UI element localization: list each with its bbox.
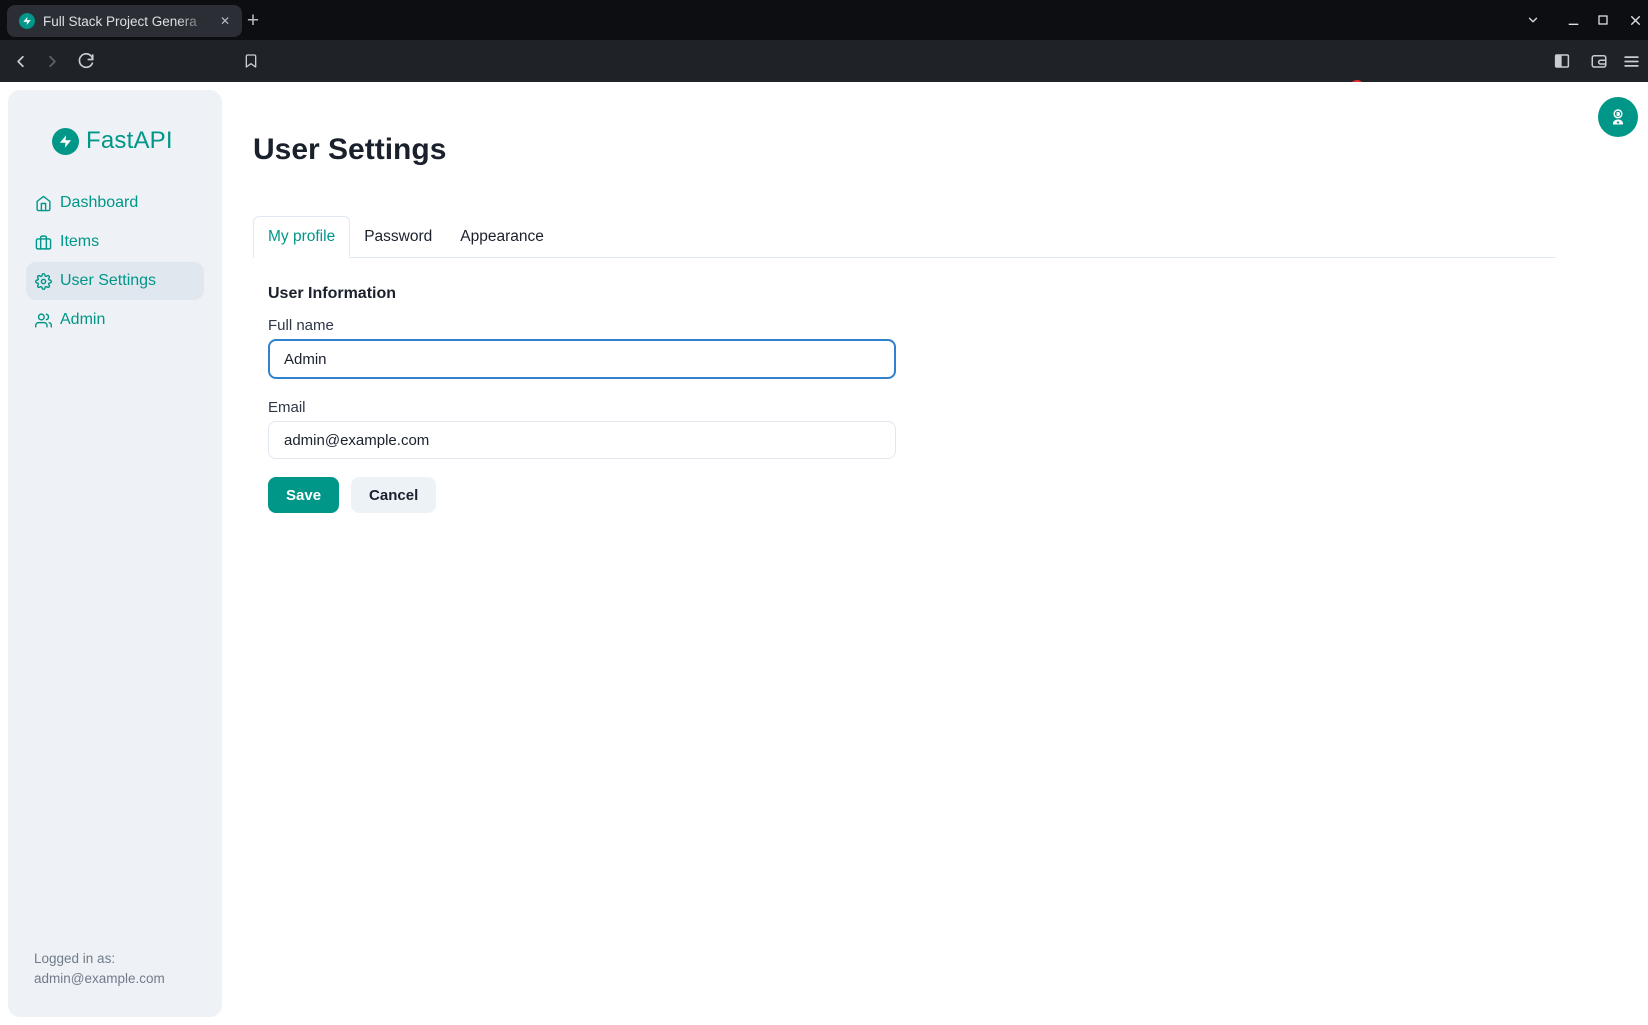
sidebar-item-user-settings[interactable]: User Settings — [26, 262, 204, 300]
tab-my-profile[interactable]: My profile — [253, 216, 350, 258]
tab-password[interactable]: Password — [350, 216, 446, 257]
email-input[interactable] — [268, 421, 896, 459]
sidebar-item-admin[interactable]: Admin — [26, 301, 204, 339]
fastapi-logo-icon — [52, 128, 79, 155]
page-content: FastAPI Dashboard Items User Settings — [0, 82, 1648, 1025]
fastapi-logo-text: FastAPI — [86, 127, 173, 155]
side-panel-icon[interactable] — [1546, 40, 1578, 82]
form-actions: Save Cancel — [268, 477, 1556, 513]
full-name-label: Full name — [268, 317, 1556, 334]
logged-in-email: admin@example.com — [34, 969, 165, 989]
tab-appearance[interactable]: Appearance — [446, 216, 558, 257]
fastapi-favicon-icon — [19, 13, 35, 29]
users-icon — [35, 312, 52, 329]
gear-icon — [35, 273, 52, 290]
forward-button[interactable] — [36, 40, 68, 82]
main-area: User Settings My profile Password Appear… — [222, 82, 1648, 513]
page-title: User Settings — [253, 132, 1556, 167]
logged-in-footer: Logged in as: admin@example.com — [34, 949, 165, 989]
sidebar-item-label: Dashboard — [60, 194, 138, 212]
full-name-input[interactable] — [268, 339, 896, 379]
window-maximize-button[interactable] — [1587, 0, 1619, 40]
cancel-button[interactable]: Cancel — [351, 477, 436, 513]
profile-panel: User Information Full name Email Save Ca… — [253, 258, 1556, 513]
sidebar-item-label: Items — [60, 233, 99, 251]
new-tab-button[interactable]: + — [240, 8, 266, 34]
tab-strip: Full Stack Project Genera ✕ + — [0, 0, 1648, 40]
sidebar-item-label: User Settings — [60, 272, 156, 290]
tab-close-icon[interactable]: ✕ — [216, 12, 234, 30]
save-button[interactable]: Save — [268, 477, 339, 513]
briefcase-icon — [35, 234, 52, 251]
browser-toolbar: i localhost/settings 1 — [0, 40, 1648, 82]
menu-hamburger-icon[interactable] — [1615, 40, 1647, 82]
settings-tabs: My profile Password Appearance — [253, 216, 1556, 258]
section-title: User Information — [268, 285, 1556, 303]
email-label: Email — [268, 399, 1556, 416]
tab-search-chevron-icon[interactable] — [1517, 0, 1549, 40]
sidebar-nav: Dashboard Items User Settings Admin — [26, 184, 204, 340]
reload-button[interactable] — [70, 40, 102, 82]
fastapi-logo[interactable]: FastAPI — [52, 127, 173, 155]
browser-tab[interactable]: Full Stack Project Genera ✕ — [7, 5, 242, 37]
sidebar-item-label: Admin — [60, 311, 105, 329]
sidebar: FastAPI Dashboard Items User Settings — [8, 90, 222, 1017]
logged-in-label: Logged in as: — [34, 949, 165, 969]
wallet-icon[interactable] — [1583, 40, 1615, 82]
back-button[interactable] — [4, 40, 36, 82]
window-minimize-button[interactable] — [1557, 0, 1589, 40]
sidebar-item-dashboard[interactable]: Dashboard — [26, 184, 204, 222]
bookmark-icon[interactable] — [235, 40, 267, 82]
browser-window: Full Stack Project Genera ✕ + — [0, 0, 1648, 1025]
tab-title: Full Stack Project Genera — [43, 14, 216, 29]
home-icon — [35, 195, 52, 212]
sidebar-item-items[interactable]: Items — [26, 223, 204, 261]
window-close-button[interactable] — [1619, 0, 1648, 40]
